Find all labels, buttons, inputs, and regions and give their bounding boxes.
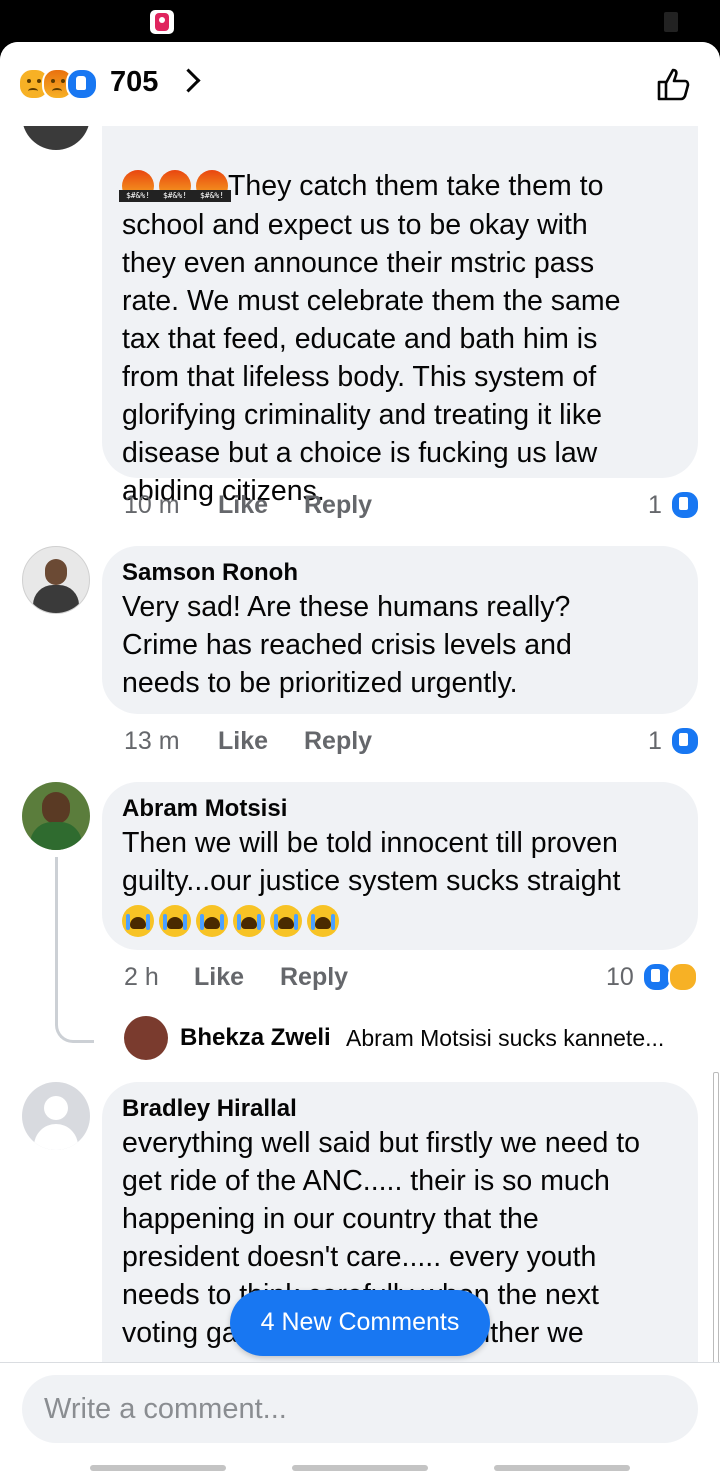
comment-input[interactable]: Write a comment...	[22, 1375, 698, 1443]
reply-button[interactable]: Reply	[304, 491, 372, 520]
comment-text-line: Crime has reached crisis levels and	[122, 629, 572, 661]
comment-text-line: needs to be prioritized urgently.	[122, 667, 518, 699]
comment-time: 2 h	[124, 963, 159, 991]
angry-censored-emoji-icon: $#&%!	[193, 170, 231, 203]
like-reaction-icon	[670, 726, 700, 756]
comment-bubble: $#&%! $#&%! $#&%! They catch them take the…	[102, 82, 698, 507]
comment-text-line: They catch them take them to	[228, 170, 604, 202]
comment-text-line: president doesn't care..... every youth	[122, 1241, 597, 1273]
emoji-prefix: $#&%! $#&%! $#&%!	[119, 168, 231, 206]
reaction-count[interactable]: 705	[110, 66, 158, 99]
comment-text-line: disease but a choice is fucking us law	[122, 437, 598, 470]
emoji-suffix	[122, 903, 678, 941]
reply-author-name[interactable]: Bhekza Zweli	[180, 1024, 331, 1052]
avatar[interactable]	[124, 1016, 168, 1060]
like-reaction-icon	[670, 490, 700, 520]
angry-censored-emoji-icon: $#&%!	[156, 170, 194, 203]
reply-button[interactable]: Reply	[304, 727, 372, 756]
comment-time: 13 m	[124, 727, 180, 755]
comment-text-line: Very sad! Are these humans really?	[122, 591, 571, 623]
commenter-name[interactable]: Samson Ronoh	[122, 546, 678, 588]
battery-icon	[664, 12, 678, 32]
comment-text-line: guilty...our justice system sucks straig…	[122, 865, 621, 897]
like-button[interactable]: Like	[218, 491, 268, 520]
comments-sheet: 705 $#&%! $#&%! $#&%! They catch them take…	[0, 42, 720, 1480]
app-notification-icon	[150, 10, 174, 34]
reply-text: Abram Motsisi sucks kannete...	[346, 1025, 665, 1051]
comment-bubble: Abram Motsisi Then we will be told innoc…	[102, 782, 698, 950]
nav-bar-segment	[90, 1465, 226, 1471]
commenter-name[interactable]: Abram Motsisi	[122, 782, 678, 824]
default-avatar-icon[interactable]	[22, 1082, 90, 1150]
comment-text-line: school and expect us to be okay with	[122, 209, 588, 242]
comment-time: 10 m	[124, 491, 180, 519]
like-outline-icon[interactable]	[655, 66, 691, 102]
comment-input-placeholder: Write a comment...	[44, 1393, 287, 1425]
like-button[interactable]: Like	[194, 963, 244, 992]
comment-text-line: rate. We must celebrate them the same	[122, 285, 621, 318]
comment-reaction-count[interactable]: 1	[648, 727, 662, 756]
status-bar	[0, 0, 720, 42]
nav-bar-segment	[292, 1465, 428, 1471]
comment-composer: Write a comment...	[0, 1362, 720, 1480]
crying-emoji-icon	[233, 905, 265, 937]
avatar[interactable]	[22, 782, 90, 850]
like-button[interactable]: Like	[218, 727, 268, 756]
avatar[interactable]	[22, 546, 90, 614]
reply-button[interactable]: Reply	[280, 963, 348, 992]
nav-bar-segment	[494, 1465, 630, 1471]
sad-reaction-icon	[668, 962, 698, 992]
new-comments-button[interactable]: 4 New Comments	[230, 1290, 490, 1356]
scrollbar[interactable]	[713, 1072, 719, 1364]
comment-text-line: they even announce their mstric pass	[122, 247, 595, 280]
comment-text-line: everything well said but firstly we need…	[122, 1127, 641, 1159]
commenter-name[interactable]: Bradley Hirallal	[122, 1082, 678, 1124]
comment-text-line: get ride of the ANC..... their is so muc…	[122, 1165, 610, 1197]
angry-censored-emoji-icon: $#&%!	[119, 170, 157, 203]
comment-text-line: glorifying criminality and treating it l…	[122, 399, 602, 432]
thread-connector	[55, 857, 94, 1043]
like-reaction-icon	[66, 68, 98, 100]
comment-text-line: from that lifeless body. This system of	[122, 361, 597, 394]
comment-meta: 2 h Like Reply	[124, 963, 604, 997]
comment-text-line: Then we will be told innocent till prove…	[122, 827, 618, 859]
comment-meta: 10 m Like Reply	[124, 491, 704, 525]
crying-emoji-icon	[159, 905, 191, 937]
crying-emoji-icon	[122, 905, 154, 937]
reply-preview[interactable]: Bhekza Zweli Abram Motsisi sucks kannete…	[124, 1016, 704, 1060]
crying-emoji-icon	[307, 905, 339, 937]
comment-meta: 13 m Like Reply	[124, 727, 704, 761]
comment-text-line: tax that feed, educate and bath him is	[122, 323, 598, 356]
crying-emoji-icon	[196, 905, 228, 937]
crying-emoji-icon	[270, 905, 302, 937]
reactions-header: 705	[0, 42, 720, 126]
chevron-right-icon[interactable]	[176, 68, 201, 93]
comment-bubble: Samson Ronoh Very sad! Are these humans …	[102, 546, 698, 714]
comment-reaction-count[interactable]: 10	[606, 963, 634, 992]
comment-reaction-count[interactable]: 1	[648, 491, 662, 520]
comment-text-line: happening in our country that the	[122, 1203, 539, 1235]
